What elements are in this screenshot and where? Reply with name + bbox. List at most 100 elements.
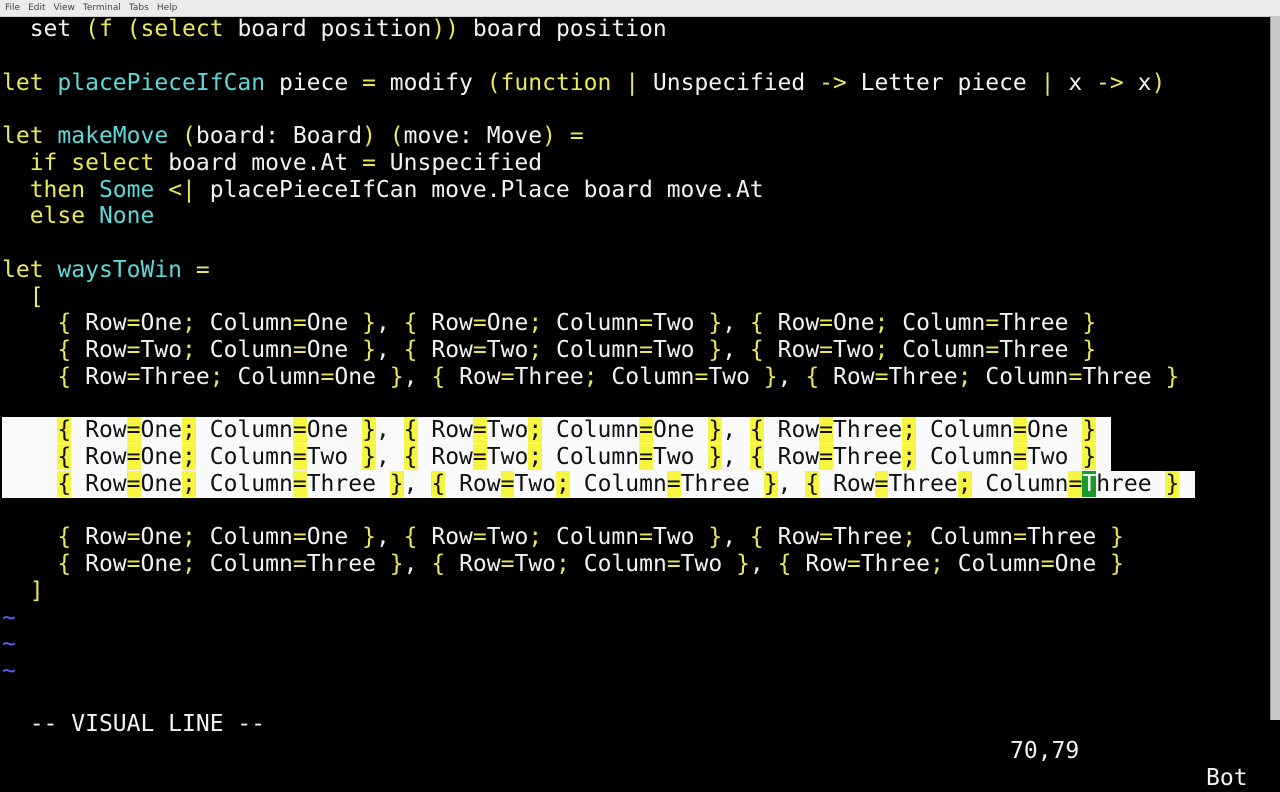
code-line[interactable] [2, 96, 1270, 123]
code-line[interactable]: set (f (select board position)) board po… [2, 16, 1270, 43]
menu-tabs[interactable]: Tabs [129, 3, 149, 13]
code-token: { [777, 551, 792, 577]
code-token: One [140, 417, 183, 444]
code-token: } [763, 470, 778, 497]
code-line[interactable] [2, 43, 1270, 70]
code-token: { [749, 417, 764, 444]
code-token: Column [195, 417, 293, 444]
code-token: { [403, 417, 418, 444]
code-line[interactable]: else None [2, 203, 1270, 230]
code-line[interactable]: { Row=One; Column=Three }, { Row=Two; Co… [2, 551, 1270, 578]
code-line[interactable]: { Row=One; Column=One }, { Row=Two; Colu… [2, 524, 1270, 551]
code-token: Column [888, 310, 986, 337]
code-token: Row [445, 551, 501, 577]
menu-file[interactable]: File [5, 3, 20, 13]
code-line[interactable]: { Row=One; Column=Three }, { Row=Two; Co… [2, 470, 1270, 498]
code-token: Three [306, 470, 390, 497]
code-token: ; [902, 444, 917, 470]
code-token: { [749, 310, 764, 337]
code-token: { [57, 524, 72, 551]
code-token: Column [195, 524, 293, 551]
code-token: let [2, 69, 44, 96]
code-line[interactable]: [ [2, 284, 1270, 311]
empty-line-marker[interactable]: ~ [2, 658, 1270, 685]
code-token: } [389, 551, 404, 577]
code-token: = [292, 551, 307, 577]
code-line[interactable]: let waysToWin = [2, 257, 1270, 284]
empty-line-marker[interactable]: ~ [2, 605, 1270, 632]
code-token: , [375, 524, 404, 551]
code-token: Two [140, 337, 183, 363]
code-token: , [749, 551, 778, 577]
code-line[interactable]: let placePieceIfCan piece = modify (func… [2, 70, 1270, 97]
code-token: , [375, 310, 404, 337]
code-line[interactable] [2, 391, 1270, 418]
code-token: ) [362, 123, 376, 149]
code-token: { [403, 444, 418, 470]
vim-editor[interactable]: set (f (select board position)) board po… [2, 16, 1270, 720]
code-token: = [500, 551, 515, 577]
code-line[interactable]: { Row=Two; Column=One }, { Row=Two; Colu… [2, 337, 1270, 364]
code-token: { [403, 337, 418, 363]
code-token: = [1013, 524, 1027, 551]
code-token: { [57, 551, 72, 577]
code-token: Row [763, 444, 820, 470]
code-token: Row [417, 310, 473, 337]
code-token: = [874, 363, 889, 390]
code-token: board position [223, 16, 432, 42]
code-token: ; [528, 310, 543, 337]
code-line[interactable] [2, 498, 1270, 525]
code-line[interactable]: then Some <| placePieceIfCan move.Place … [2, 177, 1270, 204]
code-token: | [1040, 69, 1055, 96]
code-token: Column [597, 363, 695, 390]
code-line[interactable]: if select board move.At = Unspecified [2, 150, 1270, 177]
code-line[interactable]: { Row=One; Column=One }, { Row=Two; Colu… [2, 417, 1270, 444]
code-token: { [431, 470, 446, 497]
code-line[interactable]: { Row=One; Column=Two }, { Row=Two; Colu… [2, 444, 1270, 471]
empty-line-marker[interactable]: ~ [2, 631, 1270, 658]
code-token: Row [71, 337, 127, 363]
menu-edit[interactable]: Edit [28, 3, 45, 13]
code-token: = [819, 417, 834, 444]
code-token: One [486, 310, 529, 337]
code-token: select [71, 149, 155, 176]
menu-terminal[interactable]: Terminal [83, 3, 121, 13]
code-token: ; [182, 551, 196, 577]
code-token: Column [888, 337, 986, 363]
code-token: = [819, 310, 834, 337]
code-token: Row [763, 310, 820, 337]
menu-view[interactable]: View [54, 3, 75, 13]
code-token: = [1013, 444, 1027, 470]
code-token: } [736, 551, 750, 577]
code-line[interactable]: let makeMove (board: Board) (move: Move)… [2, 123, 1270, 150]
code-line[interactable]: { Row=Three; Column=One }, { Row=Three; … [2, 364, 1270, 391]
scrollbar[interactable] [1270, 16, 1280, 720]
code-token: ; [528, 337, 543, 363]
code-token: = [126, 337, 141, 363]
code-token: { [805, 363, 820, 390]
code-line[interactable]: ] [2, 578, 1270, 605]
code-token: = [472, 417, 487, 444]
code-line[interactable]: { Row=One; Column=One }, { Row=One; Colu… [2, 310, 1270, 337]
code-token: Two [514, 551, 557, 577]
code-line[interactable] [2, 230, 1270, 257]
code-token: } [1082, 310, 1097, 337]
code-token: Row [71, 551, 127, 577]
menu-help[interactable]: Help [157, 3, 178, 13]
code-token: Three [140, 363, 210, 390]
code-token: ; [929, 551, 944, 577]
code-token: Three [1026, 524, 1111, 551]
code-token: ; [957, 363, 972, 390]
code-token: = [819, 337, 834, 363]
code-token: piece [265, 69, 363, 96]
code-token: Row [763, 524, 820, 551]
code-token: = [819, 524, 834, 551]
code-token: Column [223, 363, 321, 390]
